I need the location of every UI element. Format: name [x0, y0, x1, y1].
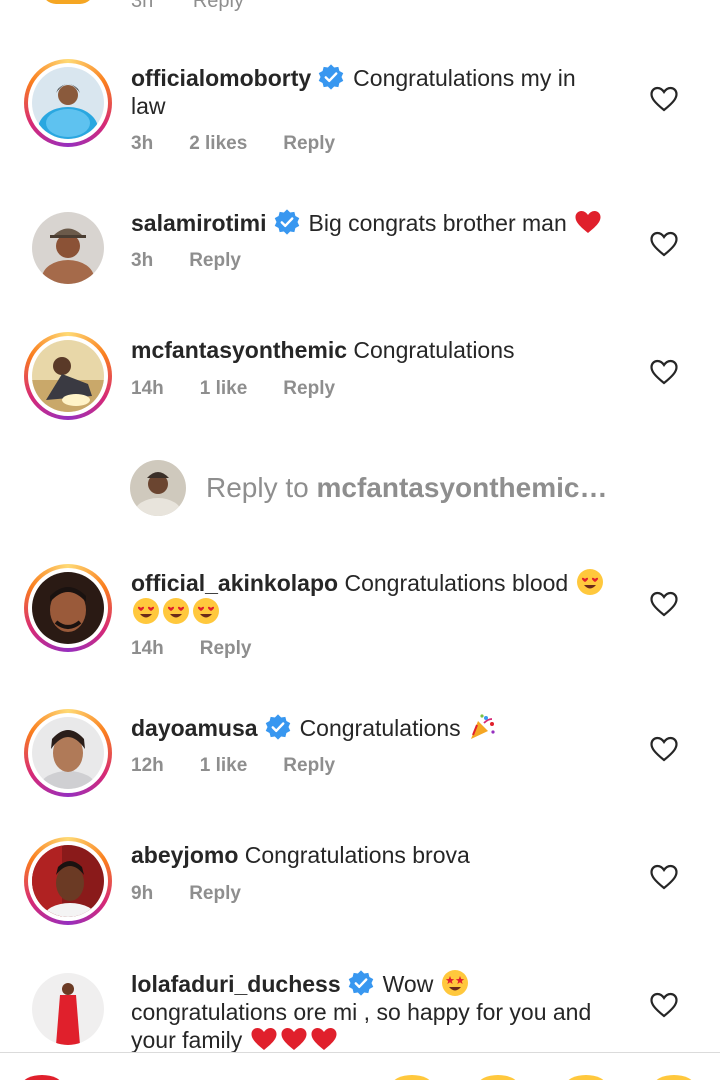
comment-body: dayoamusa Congratulations: [131, 713, 631, 742]
story-ring[interactable]: [24, 59, 112, 147]
avatar: [32, 717, 104, 789]
verified-badge-icon: [348, 970, 373, 996]
comment-time: 3h: [131, 250, 154, 271]
comment-text: law: [131, 93, 166, 119]
previous-comment-fragment: 3h Reply: [0, 0, 720, 14]
verified-badge-icon: [274, 209, 299, 235]
username[interactable]: officialomoborty: [131, 65, 311, 91]
heart-eyes-emoji-icon: [576, 569, 603, 595]
likes-count[interactable]: 1 like: [200, 755, 248, 776]
star-struck-emoji-icon: [441, 970, 468, 996]
red-heart-emoji-icon: [251, 1028, 277, 1050]
avatar: [32, 572, 104, 644]
comment-body: salamirotimi Big congrats brother man: [131, 208, 631, 237]
comment-text: Congratulations brova: [244, 842, 470, 868]
likes-count[interactable]: 2 likes: [189, 133, 247, 154]
comment-body: official_akinkolapo Congratulations bloo…: [131, 568, 631, 626]
username[interactable]: abeyjomo: [131, 842, 238, 868]
party-popper-emoji-icon: [471, 714, 495, 739]
red-heart-emoji-icon: [281, 1028, 307, 1050]
red-heart-emoji-icon[interactable]: [22, 1075, 62, 1080]
emoji-icon[interactable]: [478, 1075, 518, 1080]
reply-button[interactable]: Reply: [189, 250, 241, 271]
username[interactable]: mcfantasyonthemic: [131, 337, 347, 363]
username[interactable]: lolafaduri_duchess: [131, 971, 341, 997]
heart-outline-icon[interactable]: [650, 864, 678, 890]
comment-meta: 9h Reply: [131, 883, 277, 905]
heart-outline-icon[interactable]: [650, 359, 678, 385]
reply-button[interactable]: Reply: [189, 883, 241, 904]
avatar: [130, 460, 186, 516]
avatar[interactable]: [32, 212, 104, 284]
comment-time: 3h: [131, 0, 154, 12]
emoji-quick-reply-bar: [0, 1052, 720, 1080]
avatar: [32, 67, 104, 139]
comment-meta: 3h 2 likes Reply: [131, 133, 371, 155]
comment-meta: 3h Reply: [131, 250, 277, 272]
comment-text: congratulations ore mi , so happy for yo…: [131, 999, 592, 1025]
avatar: [32, 340, 104, 412]
comment-text: Congratulations my in: [353, 65, 576, 91]
comment-time: 14h: [131, 638, 164, 659]
comment-time: 9h: [131, 883, 154, 904]
comment-text: Congratulations blood: [344, 570, 569, 596]
reply-placeholder[interactable]: Reply to mcfantasyonthemic…: [206, 472, 607, 504]
avatar: [32, 845, 104, 917]
verified-badge-icon: [318, 64, 344, 90]
comment-body: mcfantasyonthemic Congratulations: [131, 336, 631, 364]
comment-text: your family: [131, 1027, 243, 1053]
verified-badge-icon: [265, 714, 290, 740]
heart-outline-icon[interactable]: [650, 591, 678, 617]
reply-button[interactable]: Reply: [200, 638, 252, 659]
avatar[interactable]: [32, 973, 104, 1045]
heart-outline-icon[interactable]: [650, 736, 678, 762]
reply-button[interactable]: Reply: [283, 378, 335, 399]
comment-body: officialomoborty Congratulations my in la…: [131, 63, 631, 120]
heart-outline-icon[interactable]: [650, 992, 678, 1018]
comment-text: Congratulations: [299, 715, 461, 741]
comment-meta: 3h Reply: [131, 0, 244, 13]
story-ring[interactable]: [24, 332, 112, 420]
reply-button[interactable]: Reply: [193, 0, 244, 12]
reply-prefix: Reply to: [206, 472, 309, 503]
comment-meta: 14h 1 like Reply: [131, 378, 371, 400]
username[interactable]: official_akinkolapo: [131, 570, 338, 596]
story-ring[interactable]: [24, 837, 112, 925]
comment-body: lolafaduri_duchess Wow congratulations or…: [131, 969, 631, 1054]
reply-button[interactable]: Reply: [283, 133, 335, 154]
story-ring[interactable]: [24, 709, 112, 797]
heart-outline-icon[interactable]: [650, 231, 678, 257]
reply-target: mcfantasyonthemic…: [316, 472, 608, 503]
username[interactable]: salamirotimi: [131, 210, 267, 236]
comment-text: Congratulations: [353, 337, 515, 363]
reply-input[interactable]: Reply to mcfantasyonthemic…: [130, 460, 690, 516]
comment-meta: 14h Reply: [131, 638, 288, 660]
avatar: [42, 0, 94, 4]
emoji-icon[interactable]: [654, 1075, 694, 1080]
likes-count[interactable]: 1 like: [200, 378, 248, 399]
heart-outline-icon[interactable]: [650, 86, 678, 112]
comment-time: 14h: [131, 378, 164, 399]
red-heart-emoji-icon: [311, 1028, 337, 1050]
heart-eyes-emoji-icon: [163, 598, 189, 624]
comment-body: abeyjomo Congratulations brova: [131, 841, 631, 869]
username[interactable]: dayoamusa: [131, 715, 258, 741]
emoji-icon[interactable]: [392, 1075, 432, 1080]
comment-time: 12h: [131, 755, 164, 776]
red-heart-emoji-icon: [575, 211, 601, 233]
comment-text: Wow: [382, 971, 434, 997]
reply-button[interactable]: Reply: [283, 755, 335, 776]
comment-meta: 12h 1 like Reply: [131, 755, 371, 777]
comment-time: 3h: [131, 133, 154, 154]
comment-text: Big congrats brother man: [308, 210, 567, 236]
story-ring[interactable]: [24, 564, 112, 652]
heart-eyes-emoji-icon: [193, 598, 219, 624]
heart-eyes-emoji-icon: [133, 598, 159, 624]
emoji-icon[interactable]: [566, 1075, 606, 1080]
